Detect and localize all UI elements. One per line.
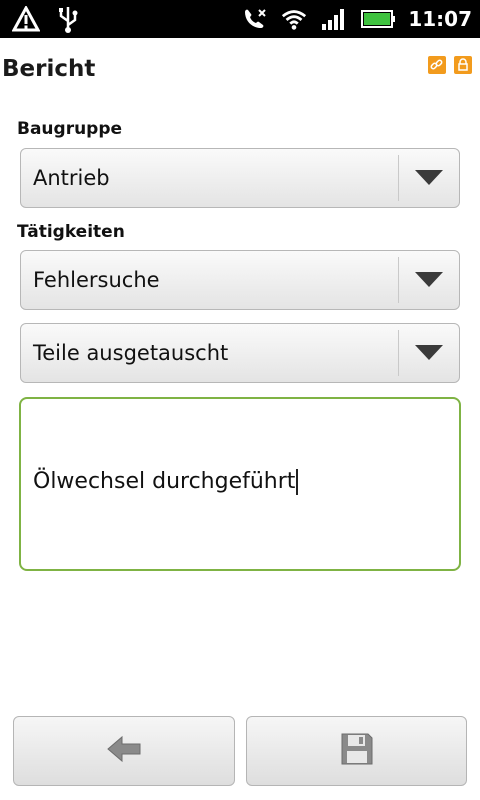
save-icon [339,731,375,771]
taetigkeiten-label: Tätigkeiten [17,222,125,242]
baugruppe-value: Antrieb [33,166,110,190]
dropdown-divider [398,155,399,201]
taetigkeit-1-dropdown[interactable]: Fehlersuche [20,250,460,310]
chevron-down-icon [413,167,445,189]
taetigkeit-2-dropdown[interactable]: Teile ausgetauscht [20,323,460,383]
wifi-icon [280,4,308,34]
clock: 11:07 [408,7,472,31]
save-button[interactable] [246,716,467,786]
chevron-down-icon [413,269,445,291]
battery-icon [360,4,396,34]
status-bar: 11:07 [0,0,480,38]
dropdown-divider [398,257,399,303]
usb-icon [54,4,82,34]
chevron-down-icon [413,342,445,364]
page-title: Bericht [2,56,96,82]
lock-icon[interactable] [454,56,472,74]
link-icon[interactable] [428,56,446,74]
taetigkeit-2-value: Teile ausgetauscht [33,341,229,365]
back-button[interactable] [13,716,235,786]
notes-text: Ölwechsel durchgeführt [33,469,299,495]
notes-textarea[interactable]: Ölwechsel durchgeführt [19,397,461,571]
arrow-left-icon [106,734,142,768]
baugruppe-dropdown[interactable]: Antrieb [20,148,460,208]
phone-mute-icon [240,4,268,34]
warning-icon [12,4,40,34]
dropdown-divider [398,330,399,376]
taetigkeit-1-value: Fehlersuche [33,268,160,292]
signal-icon [320,4,348,34]
baugruppe-label: Baugruppe [17,119,123,139]
text-caret [296,469,299,495]
